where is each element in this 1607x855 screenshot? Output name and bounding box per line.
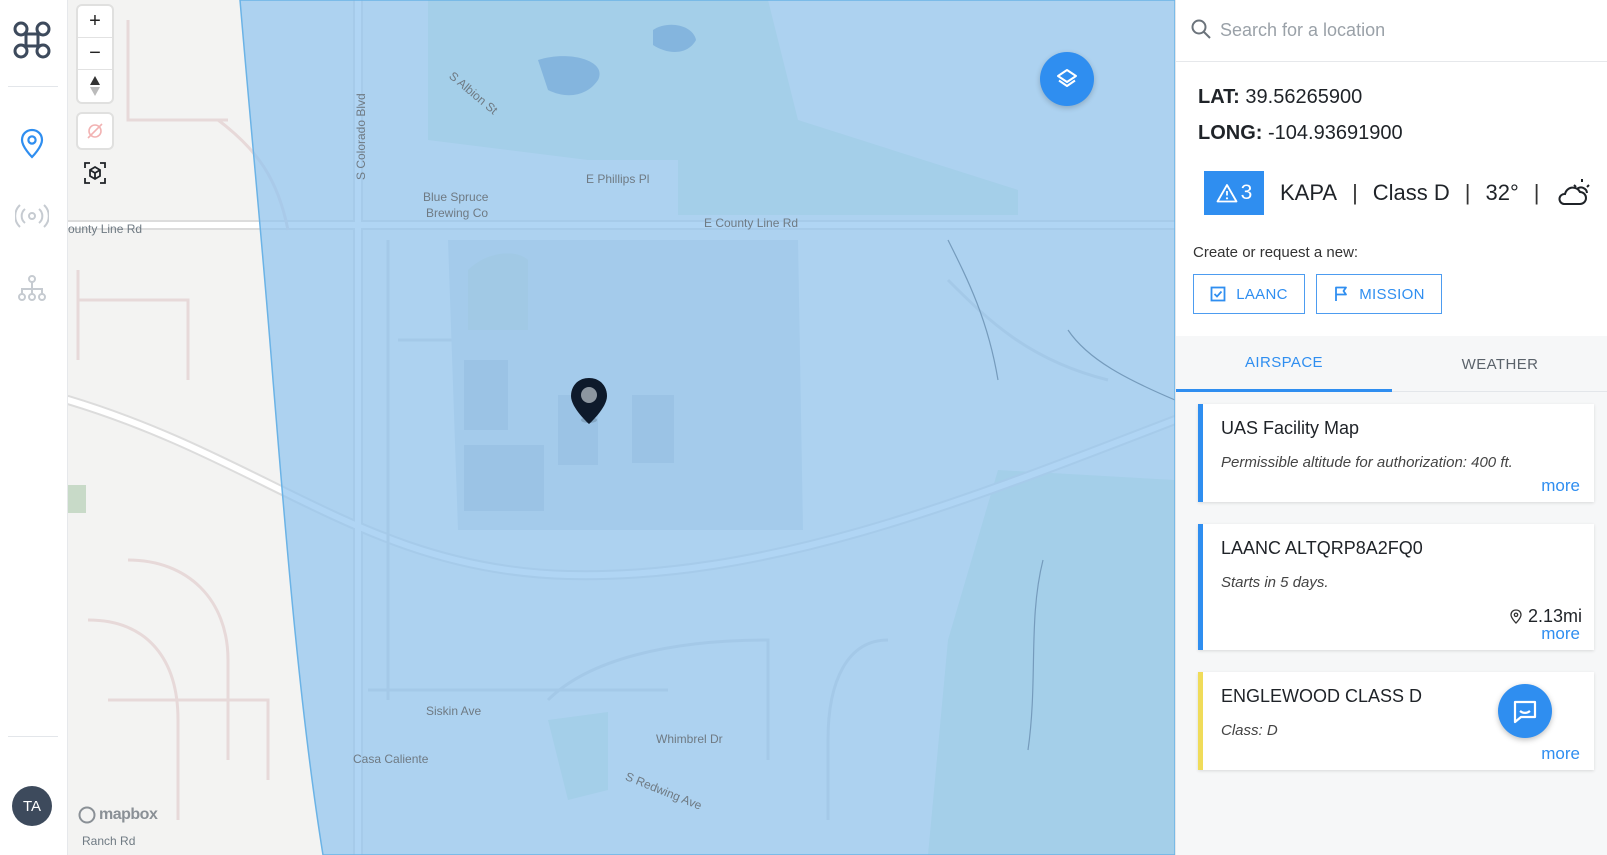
location-search [1176, 0, 1607, 62]
nav-item-broadcast[interactable] [14, 198, 50, 234]
laanc-label: LAANC [1236, 285, 1288, 303]
card-description: Starts in 5 days. [1221, 574, 1329, 591]
card-description: Class: D [1221, 722, 1278, 739]
latitude-readout: LAT: 39.56265900 [1198, 86, 1362, 109]
create-mission-button[interactable]: MISSION [1316, 274, 1442, 314]
app-logo-icon[interactable] [12, 20, 52, 60]
separator: | [1464, 180, 1471, 205]
chat-icon [1513, 700, 1537, 724]
temperature: 32° [1485, 180, 1519, 205]
advisory-count: 3 [1240, 181, 1253, 204]
map-attribution[interactable]: mapbox [78, 806, 158, 824]
map-nav-controls: + − [78, 6, 112, 102]
road-label: E Phillips Pl [586, 172, 650, 186]
warning-triangle-icon [1216, 184, 1238, 203]
card-more-link[interactable]: more [1541, 744, 1580, 764]
long-value: -104.93691900 [1268, 122, 1403, 144]
airspace-class: Class D [1372, 180, 1450, 205]
road-label: Whimbrel Dr [656, 732, 723, 746]
long-label: LONG: [1198, 122, 1263, 144]
layers-icon [1057, 69, 1077, 87]
poi-label: Blue Spruce [423, 190, 489, 204]
location-pin-icon [20, 128, 44, 159]
mapbox-logo-icon [78, 806, 96, 824]
geolocate-disabled-icon [87, 123, 103, 139]
create-label: Create or request a new: [1193, 244, 1359, 261]
card-title: ENGLEWOOD CLASS D [1221, 686, 1423, 706]
separator: | [1533, 180, 1540, 205]
advisory-count-badge[interactable]: 3 [1204, 171, 1264, 215]
partly-cloudy-icon [1558, 179, 1590, 205]
chat-support-button[interactable] [1498, 684, 1552, 738]
lat-value: 39.56265900 [1245, 86, 1363, 108]
map-layers-button[interactable] [1040, 52, 1094, 106]
hierarchy-icon [18, 275, 46, 301]
create-laanc-button[interactable]: LAANC [1193, 274, 1305, 314]
card-more-link[interactable]: more [1541, 476, 1580, 496]
rail-divider [8, 86, 58, 87]
airport-code: KAPA [1280, 180, 1338, 205]
zoom-out-button[interactable]: − [78, 38, 112, 70]
attribution-text: mapbox [99, 806, 158, 823]
rail-divider [8, 736, 58, 737]
road-label: S Colorado Blvd [354, 93, 368, 180]
lat-label: LAT: [1198, 86, 1240, 108]
geolocate-button[interactable] [78, 114, 112, 148]
checkbox-icon [1210, 286, 1226, 302]
compass-icon [90, 76, 100, 96]
longitude-readout: LONG: -104.93691900 [1198, 122, 1403, 145]
airspace-card[interactable]: LAANC ALTQRP8A2FQ0 Starts in 5 days. 2.1… [1198, 524, 1594, 650]
location-pin-icon [1510, 609, 1522, 624]
road-label: ounty Line Rd [68, 222, 143, 236]
card-title: LAANC ALTQRP8A2FQ0 [1221, 538, 1423, 558]
compass-button[interactable] [78, 70, 112, 102]
mission-label: MISSION [1359, 285, 1425, 303]
separator: | [1352, 180, 1358, 205]
map-canvas[interactable]: ounty Line Rd E County Line Rd S Colorad… [68, 0, 1175, 855]
poi-label: Casa Caliente [353, 752, 429, 766]
nav-item-map[interactable] [14, 126, 50, 162]
airspace-card[interactable]: UAS Facility Map Permissible altitude fo… [1198, 404, 1594, 502]
road-label: E County Line Rd [704, 216, 799, 230]
app-root: TA ounty Line Rd E County Line Rd S Colo… [0, 0, 1607, 855]
flag-icon [1335, 286, 1348, 301]
panel-tabs: AIRSPACE WEATHER [1176, 336, 1607, 392]
airspace-card-list: UAS Facility Map Permissible altitude fo… [1176, 392, 1607, 855]
3d-view-button[interactable] [78, 156, 112, 190]
road-label: Ranch Rd [82, 834, 136, 848]
tab-airspace[interactable]: AIRSPACE [1176, 336, 1392, 392]
tab-weather[interactable]: WEATHER [1392, 336, 1607, 392]
card-description: Permissible altitude for authorization: … [1221, 454, 1513, 471]
nav-item-organization[interactable] [14, 270, 50, 306]
nav-rail: TA [0, 0, 68, 855]
poi-label: Brewing Co [426, 206, 489, 220]
search-icon [1191, 19, 1211, 39]
card-title: UAS Facility Map [1221, 418, 1360, 438]
airspace-status-bar: 3 KAPA | Class D | 32° | [1204, 171, 1591, 215]
map-base-layer [68, 0, 1175, 855]
road-label: Siskin Ave [426, 704, 482, 718]
zoom-in-button[interactable]: + [78, 6, 112, 38]
card-more-link[interactable]: more [1541, 624, 1580, 644]
broadcast-icon [15, 204, 49, 228]
cube-focus-icon [84, 162, 106, 184]
search-input[interactable] [1220, 14, 1590, 46]
user-avatar[interactable]: TA [12, 786, 52, 826]
